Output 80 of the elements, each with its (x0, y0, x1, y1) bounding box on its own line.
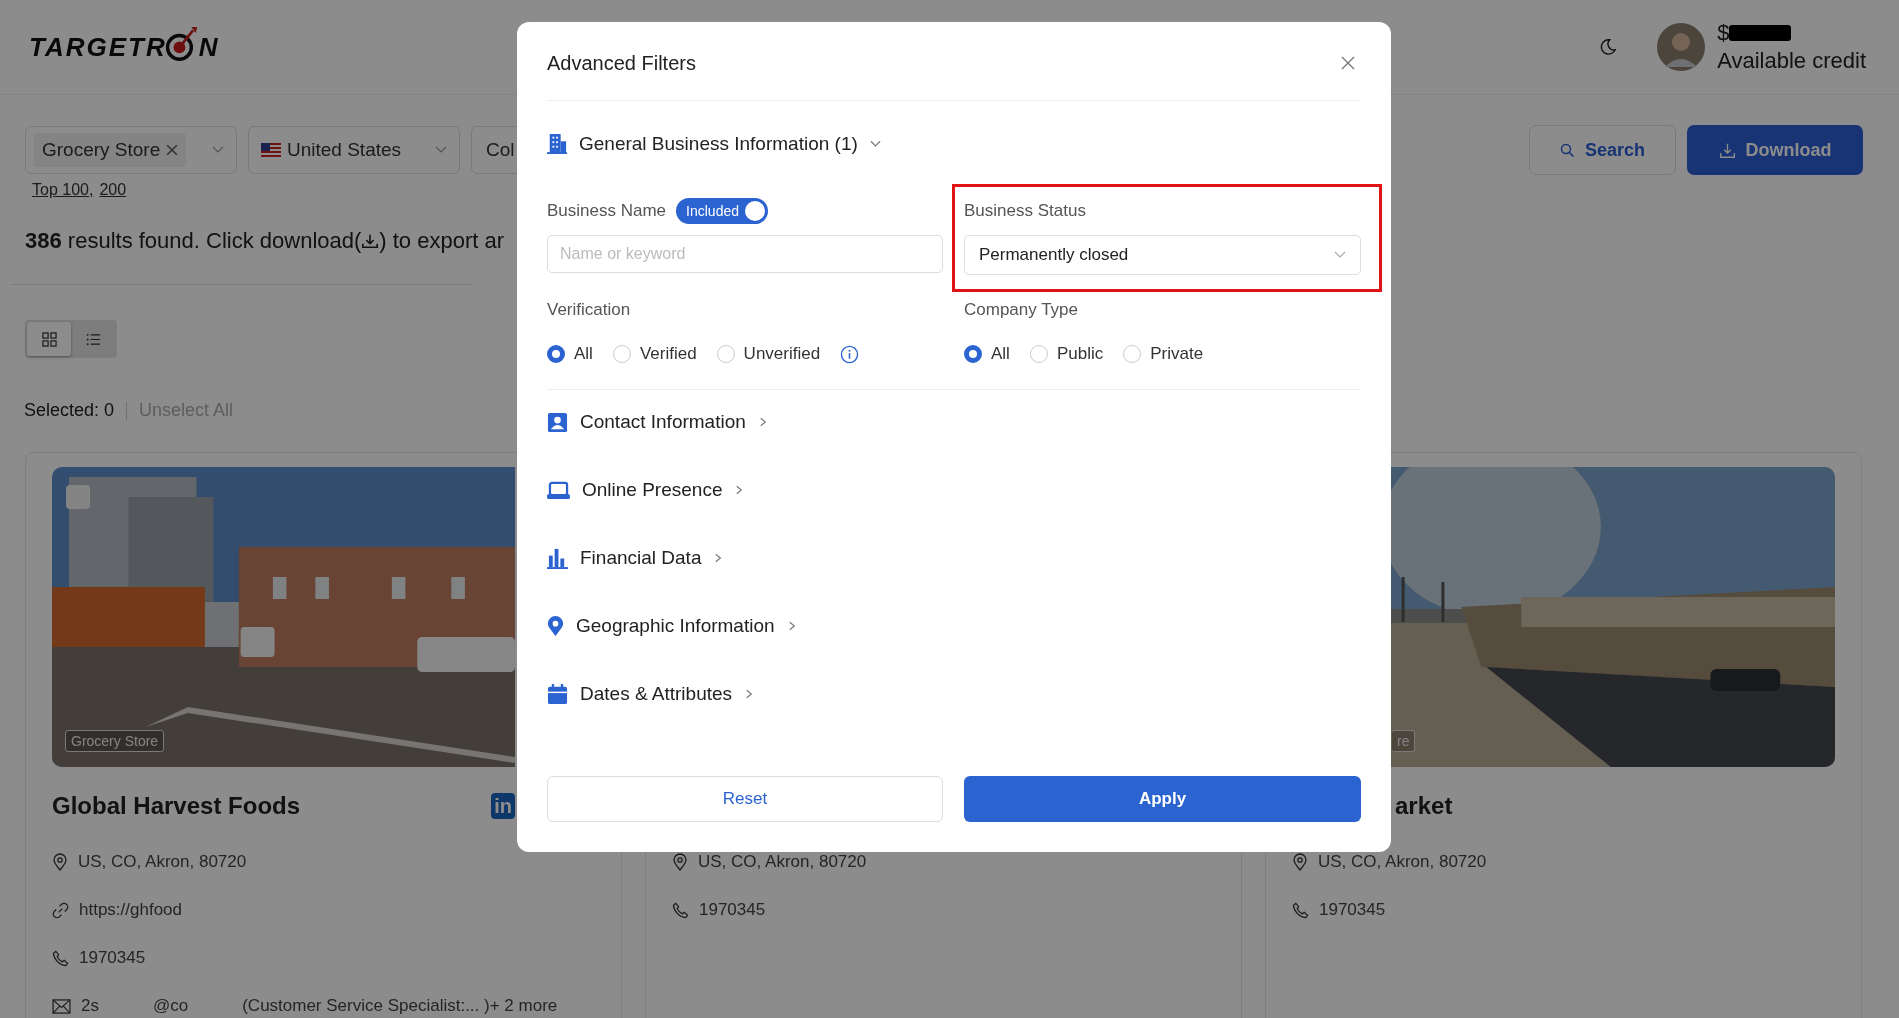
download-button[interactable]: Download (1687, 125, 1863, 175)
avatar[interactable] (1657, 23, 1706, 71)
selected-count: Selected: 0 (24, 400, 115, 421)
location-pin-icon (672, 853, 688, 871)
phone-icon (1292, 901, 1309, 919)
caret-icon (212, 146, 224, 154)
filter-link[interactable]: Top 100, (32, 181, 94, 199)
category-tag: Grocery Store (34, 133, 187, 167)
dialog-title: Advanced Filters (547, 51, 696, 75)
radio-option[interactable]: Public (1029, 344, 1104, 364)
list-icon (84, 331, 102, 347)
search-button[interactable]: Search (1529, 125, 1676, 175)
radio-option[interactable]: All (547, 344, 593, 364)
grid-view-button[interactable] (27, 322, 71, 356)
country-select[interactable]: United States (248, 126, 460, 174)
building-icon (547, 133, 567, 155)
category-select[interactable]: Grocery Store (25, 126, 237, 174)
contact-text: https://ghfood (79, 900, 183, 920)
contact-text: 1970345 (79, 948, 146, 968)
apply-button[interactable]: Apply (964, 776, 1361, 822)
section-header[interactable]: Contact Information (547, 409, 769, 435)
flag-icon (261, 143, 281, 157)
moon-icon[interactable] (1599, 38, 1618, 56)
envelope-icon (52, 998, 71, 1014)
redaction-bar (1729, 25, 1792, 41)
close-icon[interactable] (166, 144, 179, 156)
laptop-icon (547, 480, 570, 500)
contact-text: @co (152, 996, 189, 1016)
download-icon (361, 232, 380, 250)
grid-icon (41, 331, 57, 347)
section-header[interactable]: General Business Information (1) (547, 131, 881, 157)
phone-icon (672, 901, 689, 919)
contact-card-icon (547, 411, 568, 433)
name-input-field[interactable]: Name or keyword (547, 235, 943, 273)
info-icon[interactable] (840, 344, 860, 364)
field-label: Business Name (547, 201, 667, 221)
section-header[interactable]: Financial Data (547, 545, 725, 571)
contact-text: US, CO, Akron, 80720 (1318, 852, 1487, 872)
included-toggle[interactable]: Included (676, 198, 768, 224)
radio-option[interactable]: Verified (612, 344, 697, 364)
contact-text: 1970345 (1319, 900, 1386, 920)
status-select[interactable]: Permanently closed (964, 235, 1361, 275)
location-pin-icon (52, 853, 68, 871)
caret-icon (1334, 251, 1346, 259)
radio-option[interactable]: All (964, 344, 1010, 364)
field-label: Business Status (964, 201, 1086, 221)
filter-link[interactable]: 200 (99, 181, 127, 199)
search-icon (1560, 141, 1575, 159)
contact-text: US, CO, Akron, 80720 (78, 852, 247, 872)
contact-text: 1970345 (699, 900, 766, 920)
section-header[interactable]: Dates & Attributes (547, 681, 756, 707)
radio-option[interactable]: Private (1123, 344, 1204, 364)
results-text: 386 results found. Click download( (25, 228, 362, 254)
credit-amount: $ (1717, 20, 1730, 46)
reset-button[interactable]: Reset (547, 776, 943, 822)
select-checkbox[interactable] (66, 485, 90, 509)
results-text: ) to export ar (379, 228, 505, 254)
logo-text: N (198, 31, 220, 63)
download-icon (1718, 141, 1736, 159)
credit-label: Available credit (1717, 48, 1866, 74)
calendar-icon (547, 683, 568, 705)
link-icon (52, 901, 69, 919)
section-header[interactable]: Geographic Information (547, 613, 798, 639)
logo-text: TARGETR (29, 31, 167, 63)
location-pin-icon (1292, 853, 1308, 871)
section-header[interactable]: Online Presence (547, 477, 746, 503)
contact-text: US, CO, Akron, 80720 (698, 852, 867, 872)
location-pin-icon (547, 615, 564, 637)
radio-option[interactable]: Unverified (716, 344, 821, 364)
bar-chart-icon (547, 547, 568, 569)
close-icon[interactable] (1341, 56, 1355, 70)
chevron-icon (869, 140, 881, 148)
phone-icon (52, 949, 69, 967)
business-name[interactable]: Global Harvest Foods (52, 792, 301, 820)
field-label: Verification (547, 300, 632, 320)
contact-text: 2s (81, 996, 99, 1016)
field-label: Company Type (964, 300, 1080, 320)
target-arrow-icon (164, 25, 199, 63)
caret-icon (435, 146, 447, 154)
contact-text: (Customer Service Specialist:... )+ 2 more (242, 996, 558, 1016)
